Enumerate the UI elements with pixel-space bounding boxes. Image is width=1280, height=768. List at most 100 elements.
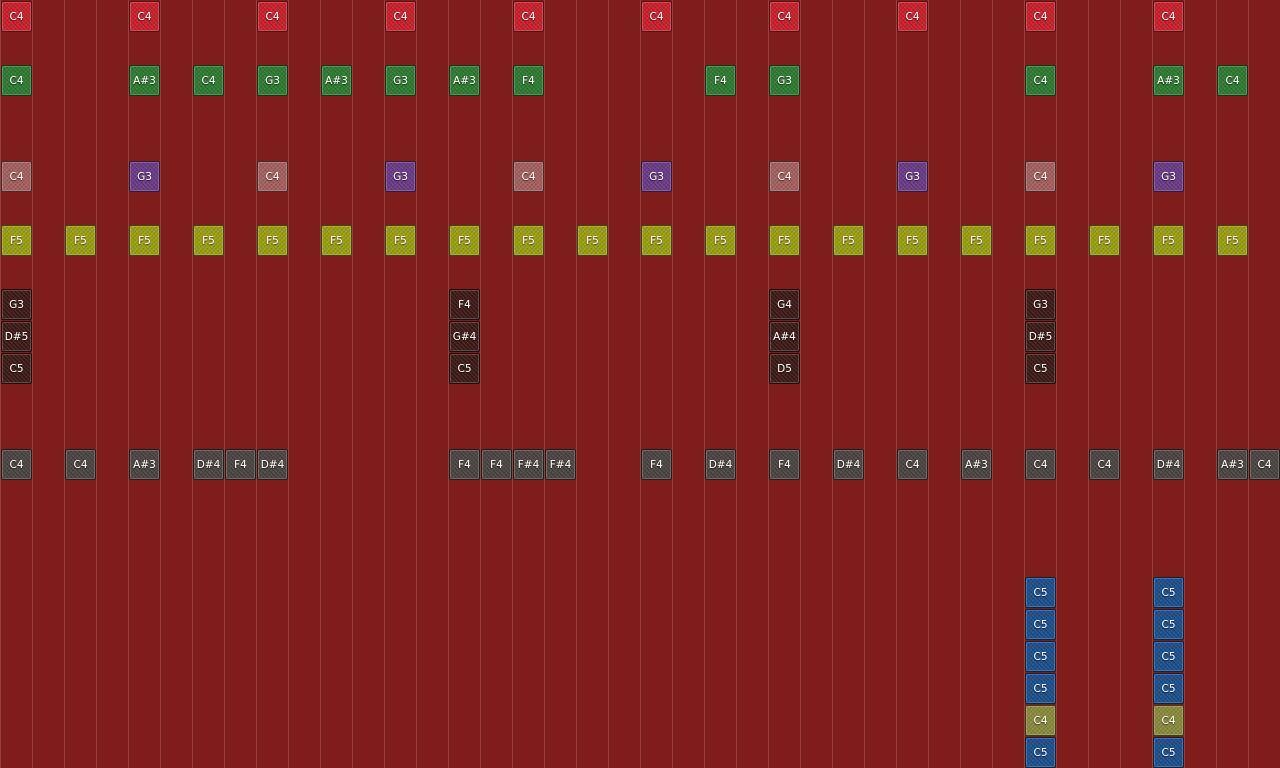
note-blue-stack-c5[interactable]: C5 bbox=[1153, 577, 1184, 608]
note-green-f4[interactable]: F4 bbox=[705, 65, 736, 96]
note-chord-c5[interactable]: C5 bbox=[1, 353, 32, 384]
note-yellow-f5[interactable]: F5 bbox=[257, 225, 288, 256]
note-bass-ds4[interactable]: D#4 bbox=[1153, 449, 1184, 480]
note-label: D#4 bbox=[1156, 458, 1181, 471]
note-green-c4[interactable]: C4 bbox=[1025, 65, 1056, 96]
note-bass-c4[interactable]: C4 bbox=[1249, 449, 1280, 480]
note-chord-f4[interactable]: F4 bbox=[449, 289, 480, 320]
note-blue-stack-c5[interactable]: C5 bbox=[1153, 737, 1184, 768]
note-green-g3[interactable]: G3 bbox=[769, 65, 800, 96]
note-bass-f4[interactable]: F4 bbox=[769, 449, 800, 480]
note-yellow-f5[interactable]: F5 bbox=[769, 225, 800, 256]
note-blue-stack-c4[interactable]: C4 bbox=[1025, 705, 1056, 736]
note-red-c4[interactable]: C4 bbox=[769, 1, 800, 32]
note-bass-c4[interactable]: C4 bbox=[1025, 449, 1056, 480]
note-red-c4[interactable]: C4 bbox=[1, 1, 32, 32]
note-red-c4[interactable]: C4 bbox=[1025, 1, 1056, 32]
note-chord-ds5[interactable]: D#5 bbox=[1, 321, 32, 352]
note-blue-stack-c5[interactable]: C5 bbox=[1025, 609, 1056, 640]
note-pink-purple-g3[interactable]: G3 bbox=[897, 161, 928, 192]
note-pink-purple-g3[interactable]: G3 bbox=[641, 161, 672, 192]
note-blue-stack-c5[interactable]: C5 bbox=[1025, 673, 1056, 704]
note-yellow-f5[interactable]: F5 bbox=[1, 225, 32, 256]
note-pink-purple-g3[interactable]: G3 bbox=[385, 161, 416, 192]
note-pink-purple-c4[interactable]: C4 bbox=[1, 161, 32, 192]
note-blue-stack-c4[interactable]: C4 bbox=[1153, 705, 1184, 736]
note-bass-fs4[interactable]: F#4 bbox=[545, 449, 576, 480]
note-chord-c5[interactable]: C5 bbox=[1025, 353, 1056, 384]
note-green-as3[interactable]: A#3 bbox=[129, 65, 160, 96]
note-yellow-f5[interactable]: F5 bbox=[193, 225, 224, 256]
note-yellow-f5[interactable]: F5 bbox=[1217, 225, 1248, 256]
note-bass-ds4[interactable]: D#4 bbox=[193, 449, 224, 480]
note-green-c4[interactable]: C4 bbox=[1217, 65, 1248, 96]
note-blue-stack-c5[interactable]: C5 bbox=[1153, 641, 1184, 672]
note-yellow-f5[interactable]: F5 bbox=[897, 225, 928, 256]
note-green-as3[interactable]: A#3 bbox=[321, 65, 352, 96]
note-chord-ds5[interactable]: D#5 bbox=[1025, 321, 1056, 352]
note-bass-as3[interactable]: A#3 bbox=[1217, 449, 1248, 480]
note-pink-purple-g3[interactable]: G3 bbox=[1153, 161, 1184, 192]
note-green-g3[interactable]: G3 bbox=[385, 65, 416, 96]
note-bass-ds4[interactable]: D#4 bbox=[705, 449, 736, 480]
note-bass-as3[interactable]: A#3 bbox=[961, 449, 992, 480]
note-red-c4[interactable]: C4 bbox=[897, 1, 928, 32]
note-red-c4[interactable]: C4 bbox=[641, 1, 672, 32]
note-chord-d5[interactable]: D5 bbox=[769, 353, 800, 384]
note-yellow-f5[interactable]: F5 bbox=[1025, 225, 1056, 256]
note-pink-purple-c4[interactable]: C4 bbox=[769, 161, 800, 192]
note-blue-stack-c5[interactable]: C5 bbox=[1153, 609, 1184, 640]
note-bass-c4[interactable]: C4 bbox=[65, 449, 96, 480]
note-green-c4[interactable]: C4 bbox=[193, 65, 224, 96]
note-red-c4[interactable]: C4 bbox=[129, 1, 160, 32]
note-red-c4[interactable]: C4 bbox=[385, 1, 416, 32]
note-bass-c4[interactable]: C4 bbox=[1, 449, 32, 480]
note-blue-stack-c5[interactable]: C5 bbox=[1025, 737, 1056, 768]
note-yellow-f5[interactable]: F5 bbox=[961, 225, 992, 256]
note-bass-ds4[interactable]: D#4 bbox=[257, 449, 288, 480]
note-green-as3[interactable]: A#3 bbox=[1153, 65, 1184, 96]
note-yellow-f5[interactable]: F5 bbox=[129, 225, 160, 256]
note-chord-gs4[interactable]: G#4 bbox=[449, 321, 480, 352]
note-green-as3[interactable]: A#3 bbox=[449, 65, 480, 96]
note-yellow-f5[interactable]: F5 bbox=[833, 225, 864, 256]
note-yellow-f5[interactable]: F5 bbox=[513, 225, 544, 256]
note-bass-fs4[interactable]: F#4 bbox=[513, 449, 544, 480]
note-bass-ds4[interactable]: D#4 bbox=[833, 449, 864, 480]
note-yellow-f5[interactable]: F5 bbox=[705, 225, 736, 256]
note-blue-stack-c5[interactable]: C5 bbox=[1153, 673, 1184, 704]
note-blue-stack-c5[interactable]: C5 bbox=[1025, 577, 1056, 608]
note-bass-f4[interactable]: F4 bbox=[449, 449, 480, 480]
note-chord-c5[interactable]: C5 bbox=[449, 353, 480, 384]
note-pink-purple-c4[interactable]: C4 bbox=[513, 161, 544, 192]
note-yellow-f5[interactable]: F5 bbox=[1089, 225, 1120, 256]
note-red-c4[interactable]: C4 bbox=[257, 1, 288, 32]
note-pink-purple-g3[interactable]: G3 bbox=[129, 161, 160, 192]
note-bass-c4[interactable]: C4 bbox=[897, 449, 928, 480]
note-yellow-f5[interactable]: F5 bbox=[641, 225, 672, 256]
note-pink-purple-c4[interactable]: C4 bbox=[257, 161, 288, 192]
note-bass-c4[interactable]: C4 bbox=[1089, 449, 1120, 480]
note-chord-g4[interactable]: G4 bbox=[769, 289, 800, 320]
note-yellow-f5[interactable]: F5 bbox=[577, 225, 608, 256]
note-yellow-f5[interactable]: F5 bbox=[65, 225, 96, 256]
note-red-c4[interactable]: C4 bbox=[1153, 1, 1184, 32]
note-bass-as3[interactable]: A#3 bbox=[129, 449, 160, 480]
sequencer-grid[interactable]: C4 C4 C4 C4 C4 C4 C4 C4 C4 C4 C4 A#3 C4 G3 A#3 G3 A#3 F4 F… bbox=[0, 0, 1280, 768]
note-bass-f4[interactable]: F4 bbox=[225, 449, 256, 480]
note-green-f4[interactable]: F4 bbox=[513, 65, 544, 96]
note-bass-f4[interactable]: F4 bbox=[481, 449, 512, 480]
note-yellow-f5[interactable]: F5 bbox=[385, 225, 416, 256]
note-green-c4[interactable]: C4 bbox=[1, 65, 32, 96]
note-green-g3[interactable]: G3 bbox=[257, 65, 288, 96]
note-yellow-f5[interactable]: F5 bbox=[1153, 225, 1184, 256]
note-chord-g3[interactable]: G3 bbox=[1, 289, 32, 320]
note-blue-stack-c5[interactable]: C5 bbox=[1025, 641, 1056, 672]
note-chord-as4[interactable]: A#4 bbox=[769, 321, 800, 352]
note-yellow-f5[interactable]: F5 bbox=[449, 225, 480, 256]
note-chord-g3[interactable]: G3 bbox=[1025, 289, 1056, 320]
note-bass-f4[interactable]: F4 bbox=[641, 449, 672, 480]
note-red-c4[interactable]: C4 bbox=[513, 1, 544, 32]
note-pink-purple-c4[interactable]: C4 bbox=[1025, 161, 1056, 192]
note-yellow-f5[interactable]: F5 bbox=[321, 225, 352, 256]
